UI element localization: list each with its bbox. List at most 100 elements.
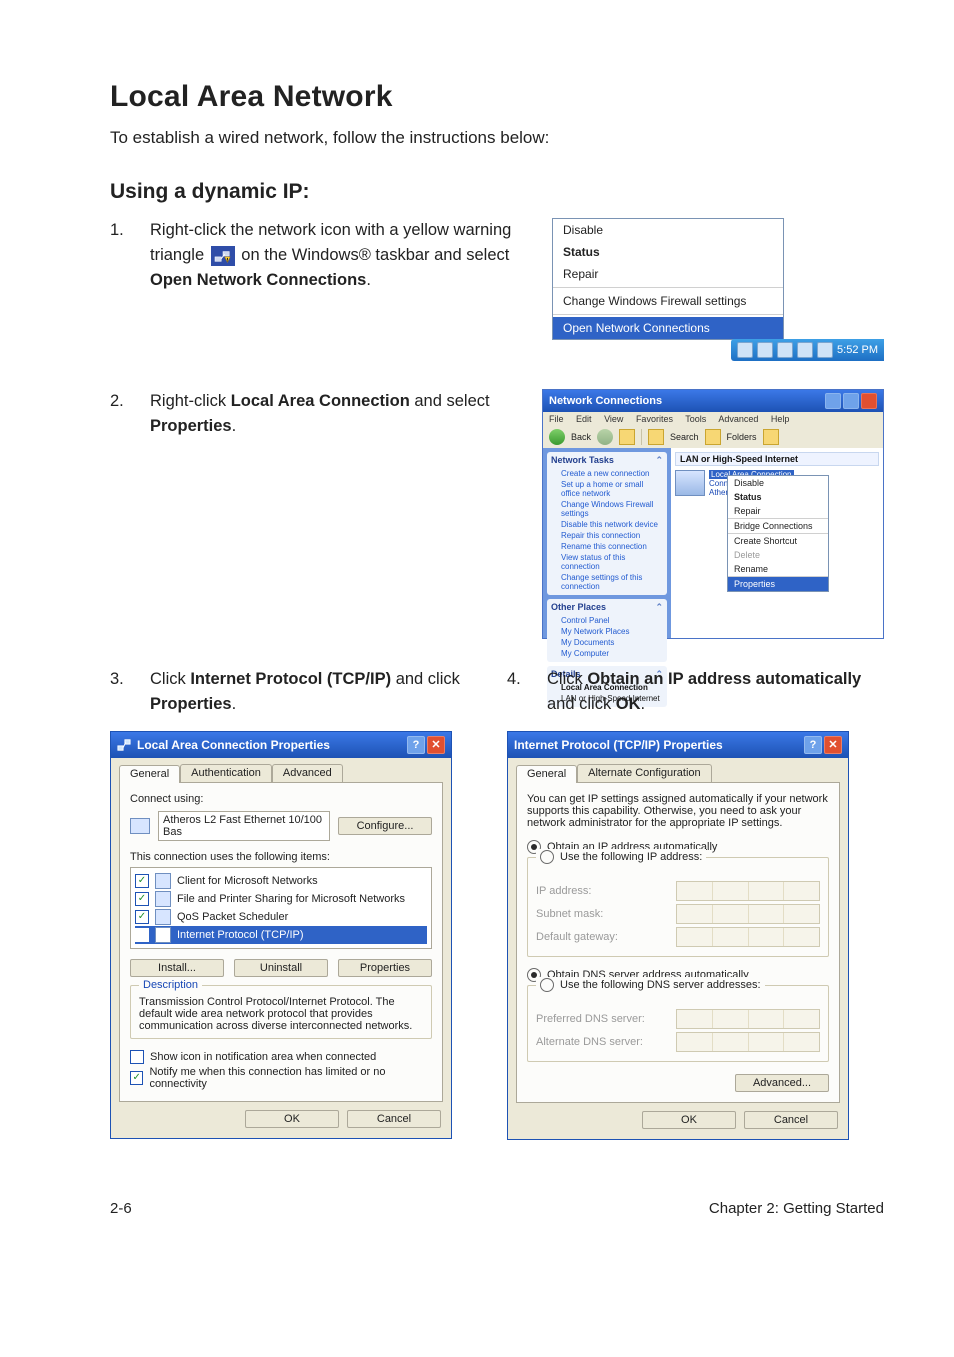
menu-repair[interactable]: Repair — [553, 263, 783, 285]
ok-button[interactable]: OK — [642, 1111, 736, 1129]
menu-help[interactable]: Help — [771, 414, 790, 424]
ctx-bridge[interactable]: Bridge Connections — [728, 519, 828, 533]
step-4-b: Obtain an IP address automatically — [587, 670, 861, 688]
advanced-button[interactable]: Advanced... — [735, 1074, 829, 1092]
step-2-b: Local Area Connection — [231, 392, 410, 410]
uninstall-button[interactable]: Uninstall — [234, 959, 328, 977]
step-4-e: . — [641, 695, 646, 713]
tray-icon[interactable] — [757, 342, 773, 358]
minimize-button[interactable] — [825, 393, 841, 409]
close-button[interactable]: ✕ — [824, 736, 842, 754]
help-button[interactable]: ? — [804, 736, 822, 754]
back-button[interactable] — [549, 429, 565, 445]
tab-general[interactable]: General — [119, 765, 180, 783]
step-1-text: Right-click the network icon with a yell… — [150, 218, 528, 292]
checkbox-icon[interactable] — [135, 892, 149, 906]
maximize-button[interactable] — [843, 393, 859, 409]
menu-view[interactable]: View — [604, 414, 623, 424]
cancel-button[interactable]: Cancel — [744, 1111, 838, 1129]
place-item[interactable]: My Network Places — [551, 626, 663, 637]
menu-file[interactable]: File — [549, 414, 564, 424]
task-item[interactable]: Change Windows Firewall settings — [551, 499, 663, 519]
menu-disable[interactable]: Disable — [553, 219, 783, 241]
radio-icon[interactable] — [540, 978, 554, 992]
task-item[interactable]: View status of this connection — [551, 552, 663, 572]
menu-status[interactable]: Status — [553, 241, 783, 263]
tab-alternate[interactable]: Alternate Configuration — [577, 764, 712, 782]
radio-icon[interactable] — [540, 850, 554, 864]
ctx-shortcut[interactable]: Create Shortcut — [728, 534, 828, 548]
task-item[interactable]: Create a new connection — [551, 468, 663, 479]
views-icon[interactable] — [763, 429, 779, 445]
component-icon — [155, 873, 171, 889]
menu-open-connections[interactable]: Open Network Connections — [553, 317, 783, 339]
menu-tools[interactable]: Tools — [685, 414, 706, 424]
checkbox-icon[interactable] — [130, 1050, 144, 1064]
radio-use-dns[interactable]: Use the following DNS server addresses: — [540, 977, 761, 993]
place-item[interactable]: My Computer — [551, 648, 663, 659]
components-list: Client for Microsoft Networks File and P… — [130, 867, 432, 949]
ctx-repair[interactable]: Repair — [728, 504, 828, 518]
ctx-rename[interactable]: Rename — [728, 562, 828, 576]
cancel-button[interactable]: Cancel — [347, 1110, 441, 1128]
ctx-status[interactable]: Status — [728, 490, 828, 504]
tab-general[interactable]: General — [516, 765, 577, 783]
forward-button[interactable] — [597, 429, 613, 445]
menu-advanced[interactable]: Advanced — [718, 414, 758, 424]
checkbox-icon[interactable] — [135, 910, 149, 924]
checkbox-icon[interactable] — [135, 874, 149, 888]
pdns-field — [676, 1009, 820, 1029]
step-2-c: and select — [410, 392, 490, 410]
ctx-properties[interactable]: Properties — [728, 577, 828, 591]
list-item-label: Client for Microsoft Networks — [177, 875, 318, 887]
properties-button[interactable]: Properties — [338, 959, 432, 977]
chevron-icon[interactable]: ⌃ — [655, 455, 663, 466]
ok-button[interactable]: OK — [245, 1110, 339, 1128]
notify-label: Notify me when this connection has limit… — [149, 1066, 432, 1090]
tray-network-warning-icon[interactable] — [737, 342, 753, 358]
step-4-d: OK — [616, 695, 641, 713]
search-icon[interactable] — [648, 429, 664, 445]
uses-label: This connection uses the following items… — [130, 851, 432, 863]
radio-use-ip[interactable]: Use the following IP address: — [540, 849, 702, 865]
task-item[interactable]: Disable this network device — [551, 519, 663, 530]
folders-label: Folders — [727, 432, 757, 442]
close-button[interactable] — [861, 393, 877, 409]
task-item[interactable]: Set up a home or small office network — [551, 479, 663, 499]
close-button[interactable]: ✕ — [427, 736, 445, 754]
tray-icon[interactable] — [817, 342, 833, 358]
menu-edit[interactable]: Edit — [576, 414, 592, 424]
list-item[interactable]: Client for Microsoft Networks — [135, 872, 427, 890]
tray-icon[interactable] — [797, 342, 813, 358]
list-item[interactable]: QoS Packet Scheduler — [135, 908, 427, 926]
checkbox-icon[interactable] — [135, 928, 149, 942]
ip-label: IP address: — [536, 885, 666, 897]
chapter-label: Chapter 2: Getting Started — [709, 1200, 884, 1217]
configure-button[interactable]: Configure... — [338, 817, 432, 835]
list-item-tcpip[interactable]: Internet Protocol (TCP/IP) — [135, 926, 427, 944]
help-button[interactable]: ? — [407, 736, 425, 754]
checkbox-icon[interactable] — [130, 1071, 143, 1085]
task-item[interactable]: Rename this connection — [551, 541, 663, 552]
adns-row: Alternate DNS server: — [536, 1032, 820, 1052]
notify-row[interactable]: Notify me when this connection has limit… — [130, 1065, 432, 1091]
place-item[interactable]: Control Panel — [551, 615, 663, 626]
step-2-e: . — [232, 417, 237, 435]
connection-context-menu: Disable Status Repair Bridge Connections… — [727, 475, 829, 592]
ctx-disable[interactable]: Disable — [728, 476, 828, 490]
up-icon[interactable] — [619, 429, 635, 445]
list-item[interactable]: File and Printer Sharing for Microsoft N… — [135, 890, 427, 908]
task-item[interactable]: Repair this connection — [551, 530, 663, 541]
showicon-row[interactable]: Show icon in notification area when conn… — [130, 1049, 432, 1065]
folders-icon[interactable] — [705, 429, 721, 445]
place-item[interactable]: My Documents — [551, 637, 663, 648]
menu-favorites[interactable]: Favorites — [636, 414, 673, 424]
tab-authentication[interactable]: Authentication — [180, 764, 272, 782]
tab-advanced[interactable]: Advanced — [272, 764, 343, 782]
install-button[interactable]: Install... — [130, 959, 224, 977]
component-icon — [155, 927, 171, 943]
chevron-icon[interactable]: ⌃ — [655, 602, 663, 613]
tray-icon[interactable] — [777, 342, 793, 358]
task-item[interactable]: Change settings of this connection — [551, 572, 663, 592]
menu-firewall[interactable]: Change Windows Firewall settings — [553, 290, 783, 312]
